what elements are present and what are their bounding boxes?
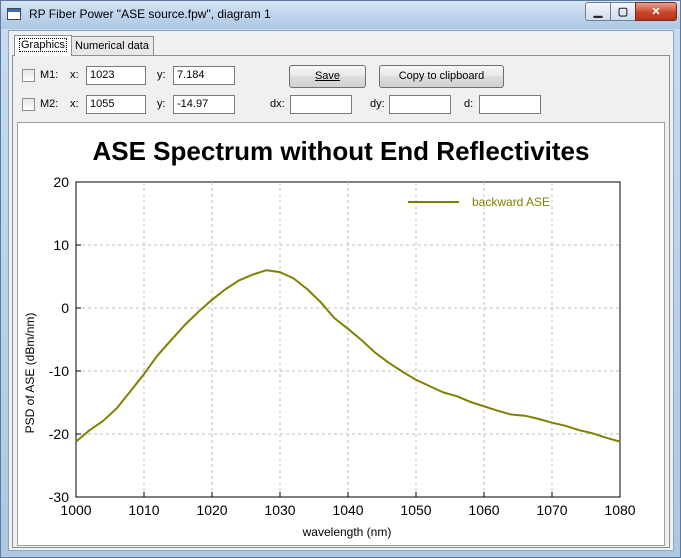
dx-label: dx: (270, 98, 285, 110)
m2-x-field[interactable]: 1055 (86, 95, 146, 114)
x-tick-label: 1070 (536, 502, 567, 518)
tab-graphics-label: Graphics (19, 38, 68, 52)
d-field[interactable] (479, 95, 541, 114)
tab-numerical-data-label: Numerical data (75, 40, 149, 52)
chart-legend: backward ASE (408, 195, 550, 209)
copy-button-label: Copy to clipboard (398, 70, 485, 82)
m2-checkbox[interactable] (22, 98, 35, 111)
close-icon: ✕ (651, 6, 661, 18)
m2-x-label: x: (70, 98, 79, 110)
minimize-button[interactable]: ▁ (585, 2, 611, 21)
y-tick-label: -30 (49, 489, 69, 505)
maximize-icon: ▢ (617, 6, 629, 18)
chart-ticks: 1000 1010 1020 1030 1040 1050 1060 1070 1080-30-… (49, 174, 636, 518)
window-title: RP Fiber Power "ASE source.fpw", diagram… (29, 7, 271, 21)
app-window: RP Fiber Power "ASE source.fpw", diagram… (0, 0, 681, 558)
x-tick-label: 1080 (604, 502, 635, 518)
ase-spectrum-chart: 1000 1010 1020 1030 1040 1050 1060 1070 1080-30-… (23, 174, 636, 539)
dy-field[interactable] (389, 95, 451, 114)
title-bar[interactable]: RP Fiber Power "ASE source.fpw", diagram… (1, 1, 680, 29)
minimize-icon: ▁ (593, 6, 603, 18)
m1-label: M1: (40, 69, 59, 81)
chart-panel: ASE Spectrum without End Reflectivites 1… (17, 122, 665, 546)
chart-series (75, 269, 621, 443)
m2-label: M2: (40, 98, 59, 110)
m2-y-label: y: (157, 98, 166, 110)
x-tick-label: 1010 (128, 502, 159, 518)
graphics-tab-page: M1: x: 1023 y: 7.184 M2: x: 1055 y: -14.… (12, 55, 670, 548)
y-axis-label: PSD of ASE (dBm/nm) (23, 313, 37, 434)
x-tick-label: 1050 (400, 502, 431, 518)
copy-to-clipboard-button[interactable]: Copy to clipboard (379, 65, 504, 88)
m1-x-field[interactable]: 1023 (86, 66, 146, 85)
y-tick-label: 10 (53, 237, 69, 253)
x-tick-label: 1030 (264, 502, 295, 518)
dy-label: dy: (370, 98, 385, 110)
m1-y-label: y: (157, 69, 166, 81)
maximize-button[interactable]: ▢ (610, 2, 636, 21)
m1-checkbox[interactable] (22, 69, 35, 82)
x-axis-label: wavelength (nm) (302, 525, 392, 539)
x-tick-label: 1060 (468, 502, 499, 518)
tab-graphics[interactable]: Graphics (14, 35, 73, 56)
dx-field[interactable] (290, 95, 352, 114)
y-tick-label: -20 (49, 426, 69, 442)
m1-x-label: x: (70, 69, 79, 81)
m2-y-field[interactable]: -14.97 (173, 95, 235, 114)
y-tick-label: 20 (53, 174, 69, 190)
chart-grid (75, 181, 621, 498)
marker-controls: M1: x: 1023 y: 7.184 M2: x: 1055 y: -14.… (13, 56, 669, 119)
client-area: Graphics Numerical data M1: x: 1023 y: 7… (8, 30, 674, 551)
close-button[interactable]: ✕ (635, 2, 677, 21)
save-button-label: Save (314, 70, 341, 82)
x-tick-label: 1040 (332, 502, 363, 518)
y-tick-label: 0 (61, 300, 69, 316)
y-tick-label: -10 (49, 363, 69, 379)
tab-numerical-data[interactable]: Numerical data (70, 36, 154, 56)
m1-y-field[interactable]: 7.184 (173, 66, 235, 85)
app-window-icon[interactable] (7, 8, 21, 20)
series-line-backward-ase (75, 269, 621, 443)
d-label: d: (464, 98, 474, 110)
save-button[interactable]: Save (289, 65, 366, 88)
x-tick-label: 1020 (196, 502, 227, 518)
legend-label: backward ASE (472, 195, 550, 209)
